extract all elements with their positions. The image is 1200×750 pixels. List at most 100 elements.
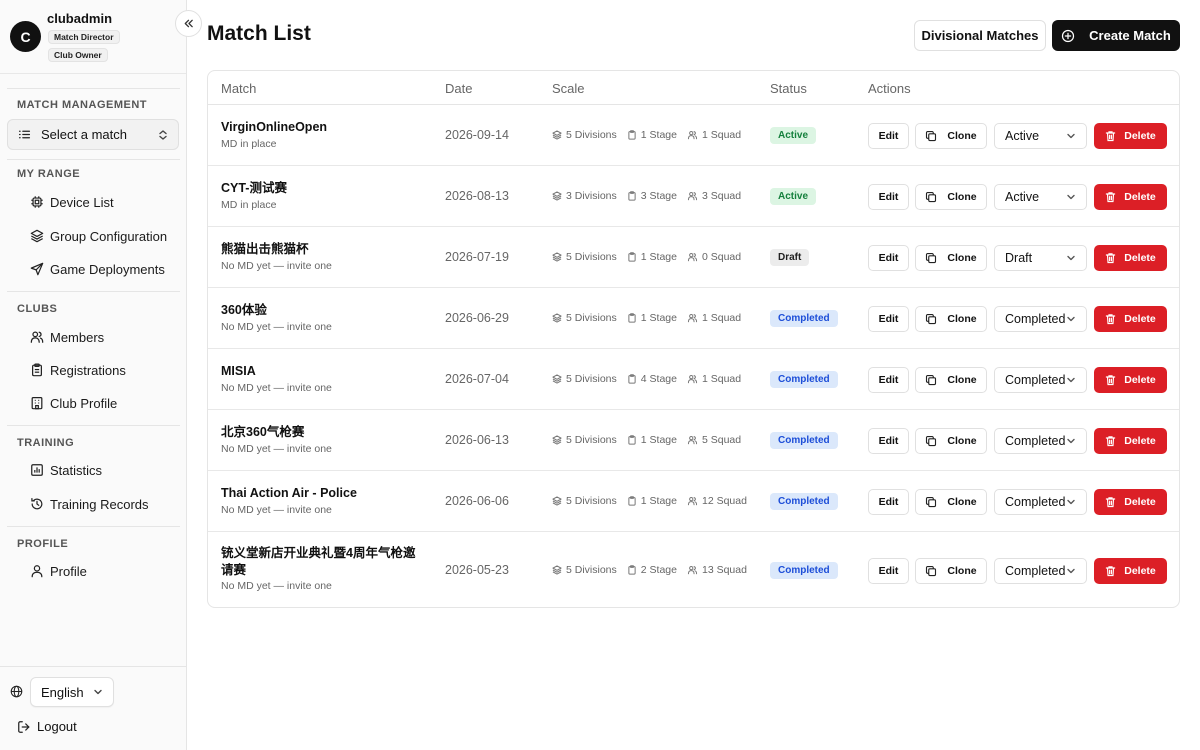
clone-button[interactable]: Clone <box>915 557 987 584</box>
sidebar-item-training-records[interactable]: Training Records <box>30 494 149 514</box>
clone-button[interactable]: Clone <box>915 366 987 393</box>
table-row: Thai Action Air - Police No MD yet — inv… <box>208 471 1179 532</box>
select-match-label: Select a match <box>41 127 127 142</box>
status-select[interactable]: Active <box>994 183 1087 210</box>
match-name[interactable]: 北京360气枪赛 <box>221 424 421 441</box>
status-select[interactable]: Completed <box>994 427 1087 454</box>
chevron-down-icon <box>1066 566 1076 576</box>
trash-icon <box>1105 252 1124 264</box>
status-select[interactable]: Completed <box>994 557 1087 584</box>
clone-button[interactable]: Clone <box>915 122 987 149</box>
delete-label: Delete <box>1124 495 1156 508</box>
logout-button[interactable]: Logout <box>17 719 77 734</box>
status-select[interactable]: Completed <box>994 488 1087 515</box>
match-director-status: No MD yet — invite one <box>221 443 332 455</box>
divisions-count: 5 Divisions <box>552 129 617 141</box>
stages-count: 2 Stage <box>627 564 677 576</box>
building-icon <box>30 396 50 410</box>
users-icon <box>687 252 702 262</box>
sidebar-item-members[interactable]: Members <box>30 327 104 347</box>
sidebar-item-game-deployments[interactable]: Game Deployments <box>30 259 165 279</box>
divisional-matches-button[interactable]: Divisional Matches <box>914 20 1046 51</box>
copy-icon <box>925 374 937 386</box>
delete-button[interactable]: Delete <box>1094 183 1167 210</box>
column-header-match: Match <box>221 81 257 96</box>
avatar[interactable]: C <box>10 21 41 52</box>
clone-button[interactable]: Clone <box>915 427 987 454</box>
sidebar-item-statistics[interactable]: Statistics <box>30 460 102 480</box>
sidebar-item-profile[interactable]: Profile <box>30 561 87 581</box>
edit-button[interactable]: Edit <box>868 305 909 332</box>
delete-button[interactable]: Delete <box>1094 557 1167 584</box>
clone-button[interactable]: Clone <box>915 183 987 210</box>
edit-button[interactable]: Edit <box>868 488 909 515</box>
select-match-dropdown[interactable]: Select a match <box>7 119 179 150</box>
clone-button[interactable]: Clone <box>915 488 987 515</box>
language-select[interactable]: English <box>30 677 114 707</box>
clone-button[interactable]: Clone <box>915 244 987 271</box>
match-name[interactable]: CYT-测试赛 <box>221 180 421 197</box>
trash-icon <box>1105 565 1124 577</box>
sidebar-item-registrations[interactable]: Registrations <box>30 360 126 380</box>
match-name[interactable]: VirginOnlineOpen <box>221 119 421 136</box>
match-name[interactable]: 铳义堂新店开业典礼暨4周年气枪邀请赛 <box>221 545 421 579</box>
delete-label: Delete <box>1124 312 1156 325</box>
table-header: Match Date Scale Status Actions <box>208 71 1179 105</box>
edit-button[interactable]: Edit <box>868 366 909 393</box>
divisions-count: 5 Divisions <box>552 495 617 507</box>
chevron-down-icon <box>1066 131 1076 141</box>
chip-icon <box>30 195 50 209</box>
status-select[interactable]: Active <box>994 122 1087 149</box>
layers-icon <box>552 373 566 384</box>
match-name[interactable]: 360体验 <box>221 302 421 319</box>
squads-label: 13 Squad <box>701 563 747 576</box>
delete-button[interactable]: Delete <box>1094 488 1167 515</box>
edit-button[interactable]: Edit <box>868 427 909 454</box>
sidebar-item-group-configuration[interactable]: Group Configuration <box>30 226 167 246</box>
collapse-sidebar-button[interactable] <box>175 10 202 37</box>
match-name[interactable]: 熊猫出击熊猫杯 <box>221 241 421 258</box>
match-date: 2026-05-23 <box>445 562 509 577</box>
delete-button[interactable]: Delete <box>1094 122 1167 149</box>
status-select[interactable]: Completed <box>994 305 1087 332</box>
sidebar-item-label: Statistics <box>50 462 103 478</box>
create-match-button[interactable]: Create Match <box>1052 20 1180 51</box>
trash-icon <box>1105 130 1124 142</box>
delete-button[interactable]: Delete <box>1094 305 1167 332</box>
chart-icon <box>30 463 50 477</box>
clone-button[interactable]: Clone <box>915 305 987 332</box>
chevron-down-icon <box>1066 253 1076 263</box>
delete-button[interactable]: Delete <box>1094 366 1167 393</box>
match-name[interactable]: MISIA <box>221 363 421 380</box>
divider <box>7 88 180 89</box>
match-director-status: No MD yet — invite one <box>221 321 332 333</box>
match-name[interactable]: Thai Action Air - Police <box>221 485 421 502</box>
squads-label: 1 Squad <box>701 372 742 385</box>
edit-button[interactable]: Edit <box>868 244 909 271</box>
edit-button[interactable]: Edit <box>868 122 909 149</box>
edit-button[interactable]: Edit <box>868 557 909 584</box>
status-select[interactable]: Draft <box>994 244 1087 271</box>
match-date: 2026-07-19 <box>445 249 509 264</box>
sidebar-item-club-profile[interactable]: Club Profile <box>30 393 117 413</box>
squads-label: 1 Squad <box>701 128 742 141</box>
divisions-label: 3 Divisions <box>566 189 617 202</box>
clipboard-icon <box>30 363 50 377</box>
clipboard-icon <box>627 190 641 201</box>
user-name: clubadmin <box>47 11 113 26</box>
edit-button[interactable]: Edit <box>868 183 909 210</box>
match-scale: 5 Divisions 2 Stage 13 Squad <box>552 564 757 576</box>
sidebar-item-device-list[interactable]: Device List <box>30 192 114 212</box>
divisions-count: 5 Divisions <box>552 434 617 446</box>
divisions-count: 5 Divisions <box>552 251 617 263</box>
chevron-down-icon <box>1066 436 1076 446</box>
divider <box>0 666 187 667</box>
copy-icon <box>925 191 937 203</box>
column-header-date: Date <box>445 81 473 96</box>
status-select-value: Completed <box>1005 563 1066 578</box>
delete-button[interactable]: Delete <box>1094 427 1167 454</box>
layers-icon <box>552 495 566 506</box>
users-icon <box>687 191 702 201</box>
status-select[interactable]: Completed <box>994 366 1087 393</box>
delete-button[interactable]: Delete <box>1094 244 1167 271</box>
